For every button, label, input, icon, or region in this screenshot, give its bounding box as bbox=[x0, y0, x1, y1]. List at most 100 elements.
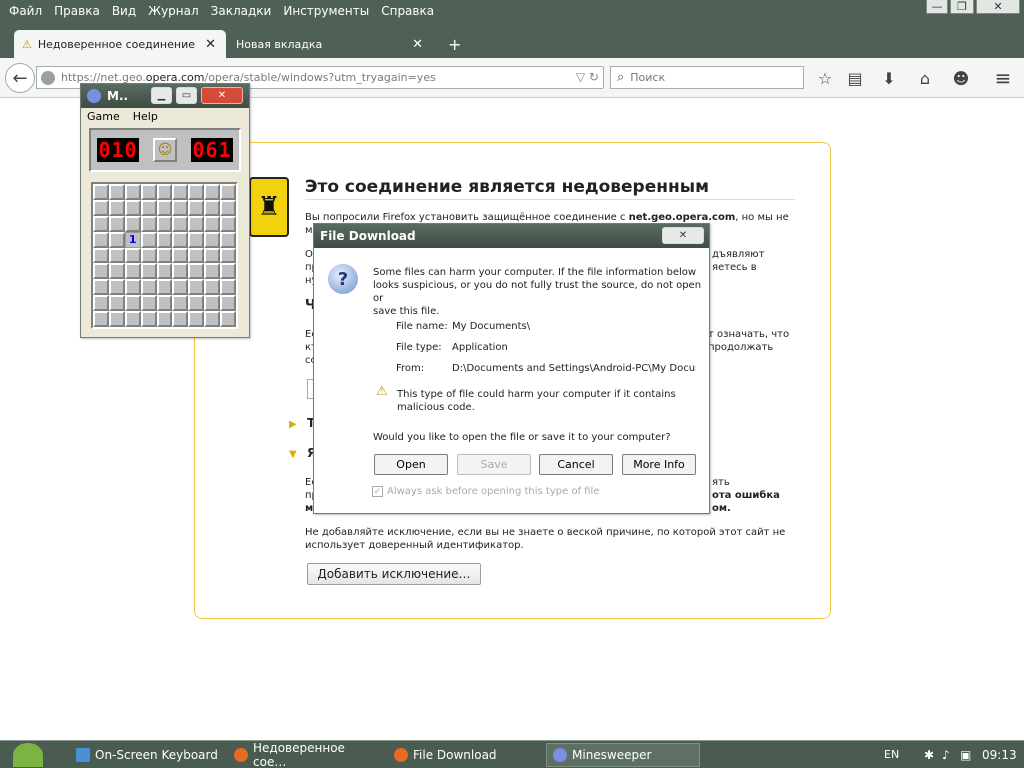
minefield-cell[interactable] bbox=[204, 215, 221, 232]
add-exception-button[interactable]: Добавить исключение… bbox=[307, 563, 481, 585]
monitor-icon[interactable]: ▣ bbox=[960, 748, 971, 762]
minefield-cell[interactable] bbox=[204, 231, 221, 248]
minefield-cell[interactable] bbox=[124, 311, 141, 327]
minefield-cell[interactable] bbox=[140, 311, 157, 327]
smiley-face-button[interactable]: ☺ bbox=[153, 138, 177, 162]
taskbar-item-firefox[interactable]: Недоверенное сое… bbox=[228, 741, 378, 768]
minefield-cell[interactable] bbox=[108, 231, 125, 248]
maximize-button[interactable]: ▭ bbox=[176, 87, 197, 104]
minefield-cell[interactable] bbox=[220, 279, 236, 296]
minefield-cell[interactable] bbox=[124, 215, 141, 232]
minefield-cell[interactable] bbox=[156, 311, 173, 327]
minefield-cell[interactable] bbox=[124, 247, 141, 264]
open-button[interactable]: Open bbox=[374, 454, 448, 475]
taskbar-item-minesweeper[interactable]: Minesweeper bbox=[546, 743, 700, 767]
collapse-triangle-icon[interactable]: ▼ bbox=[289, 449, 297, 460]
chat-icon[interactable]: ☻ bbox=[950, 67, 972, 89]
minefield-cell[interactable] bbox=[188, 311, 205, 327]
minesweeper-titlebar[interactable]: M.. ▁ ▭ ✕ bbox=[81, 84, 249, 108]
language-indicator[interactable]: EN bbox=[884, 748, 899, 761]
always-ask-checkbox[interactable]: ✓ Always ask before opening this type of… bbox=[372, 486, 600, 497]
minefield-cell[interactable] bbox=[93, 215, 109, 232]
menu-game[interactable]: Game bbox=[87, 110, 120, 123]
minefield-cell[interactable] bbox=[204, 279, 221, 296]
tab-close-icon[interactable]: ✕ bbox=[205, 37, 216, 52]
minefield-cell[interactable] bbox=[140, 231, 157, 248]
minefield-cell[interactable] bbox=[220, 199, 236, 216]
minefield-cell[interactable] bbox=[108, 184, 125, 200]
menu-edit[interactable]: Правка bbox=[54, 4, 100, 18]
minefield-cell[interactable] bbox=[140, 215, 157, 232]
minefield-cell[interactable] bbox=[124, 199, 141, 216]
minefield-cell[interactable] bbox=[93, 263, 109, 280]
minefield-cell[interactable] bbox=[93, 279, 109, 296]
minefield-cell[interactable] bbox=[172, 199, 189, 216]
reload-icon[interactable]: ▽ ↻ bbox=[576, 70, 599, 84]
menu-help[interactable]: Help bbox=[133, 110, 158, 123]
minefield-cell[interactable] bbox=[188, 184, 205, 200]
search-input[interactable]: ⌕ Поиск bbox=[610, 66, 804, 89]
minefield-cell[interactable] bbox=[172, 279, 189, 296]
minefield-cell[interactable] bbox=[220, 311, 236, 327]
new-tab-button[interactable]: + bbox=[440, 30, 469, 58]
minefield-cell[interactable] bbox=[156, 263, 173, 280]
minefield-cell[interactable] bbox=[108, 295, 125, 312]
minefield-cell[interactable] bbox=[124, 263, 141, 280]
minefield-cell[interactable] bbox=[172, 311, 189, 327]
minefield-cell[interactable] bbox=[220, 231, 236, 248]
home-icon[interactable]: ⌂ bbox=[914, 67, 936, 89]
tab-new-tab[interactable]: Новая вкладка ✕ bbox=[228, 30, 433, 58]
window-restore-button[interactable]: ❐ bbox=[950, 0, 974, 14]
menu-bookmarks[interactable]: Закладки bbox=[211, 4, 272, 18]
minefield-cell[interactable] bbox=[93, 184, 109, 200]
minefield-cell[interactable] bbox=[108, 199, 125, 216]
minefield-cell[interactable] bbox=[93, 231, 109, 248]
minefield-cell[interactable] bbox=[188, 295, 205, 312]
minimize-button[interactable]: ▁ bbox=[151, 87, 172, 104]
minefield-cell[interactable] bbox=[204, 184, 221, 200]
minefield-cell[interactable] bbox=[156, 184, 173, 200]
menu-tools[interactable]: Инструменты bbox=[283, 4, 369, 18]
minefield-cell[interactable] bbox=[172, 263, 189, 280]
minefield-cell[interactable] bbox=[188, 279, 205, 296]
minefield-cell[interactable] bbox=[172, 215, 189, 232]
menu-help[interactable]: Справка bbox=[381, 4, 434, 18]
minefield-cell[interactable] bbox=[140, 263, 157, 280]
minefield-cell[interactable] bbox=[108, 311, 125, 327]
minefield-cell[interactable] bbox=[172, 247, 189, 264]
window-minimize-button[interactable]: — bbox=[926, 0, 948, 14]
minefield-cell[interactable] bbox=[124, 184, 141, 200]
minefield-cell[interactable] bbox=[124, 295, 141, 312]
start-button[interactable] bbox=[6, 741, 50, 768]
minefield-cell[interactable] bbox=[172, 295, 189, 312]
minefield-cell[interactable] bbox=[188, 247, 205, 264]
minefield-cell[interactable] bbox=[93, 311, 109, 327]
minefield-cell-open[interactable]: 1 bbox=[124, 231, 141, 248]
minefield-cell[interactable] bbox=[93, 247, 109, 264]
minefield-cell[interactable] bbox=[140, 199, 157, 216]
minefield-cell[interactable] bbox=[108, 247, 125, 264]
volume-icon[interactable]: ♪ bbox=[942, 748, 950, 762]
back-button[interactable]: ← bbox=[5, 63, 35, 93]
minefield-cell[interactable] bbox=[220, 247, 236, 264]
minefield-cell[interactable] bbox=[108, 279, 125, 296]
minefield-cell[interactable] bbox=[172, 184, 189, 200]
more-info-button[interactable]: More Info bbox=[622, 454, 696, 475]
minefield-cell[interactable] bbox=[188, 231, 205, 248]
minefield-cell[interactable] bbox=[93, 199, 109, 216]
minefield-cell[interactable] bbox=[204, 247, 221, 264]
close-button[interactable]: ✕ bbox=[662, 227, 704, 244]
minefield-cell[interactable] bbox=[172, 231, 189, 248]
minefield-cell[interactable] bbox=[188, 263, 205, 280]
tab-untrusted-connection[interactable]: ⚠ Недоверенное соединение ✕ bbox=[14, 30, 226, 58]
cancel-button[interactable]: Cancel bbox=[539, 454, 613, 475]
hamburger-menu-icon[interactable]: ≡ bbox=[992, 66, 1014, 90]
menu-history[interactable]: Журнал bbox=[148, 4, 199, 18]
minefield-cell[interactable] bbox=[204, 311, 221, 327]
minefield-cell[interactable] bbox=[204, 295, 221, 312]
minefield-cell[interactable] bbox=[188, 199, 205, 216]
minefield-cell[interactable] bbox=[108, 215, 125, 232]
menu-file[interactable]: Файл bbox=[9, 4, 42, 18]
bookmark-star-icon[interactable]: ☆ bbox=[814, 67, 836, 89]
minefield-cell[interactable] bbox=[124, 279, 141, 296]
